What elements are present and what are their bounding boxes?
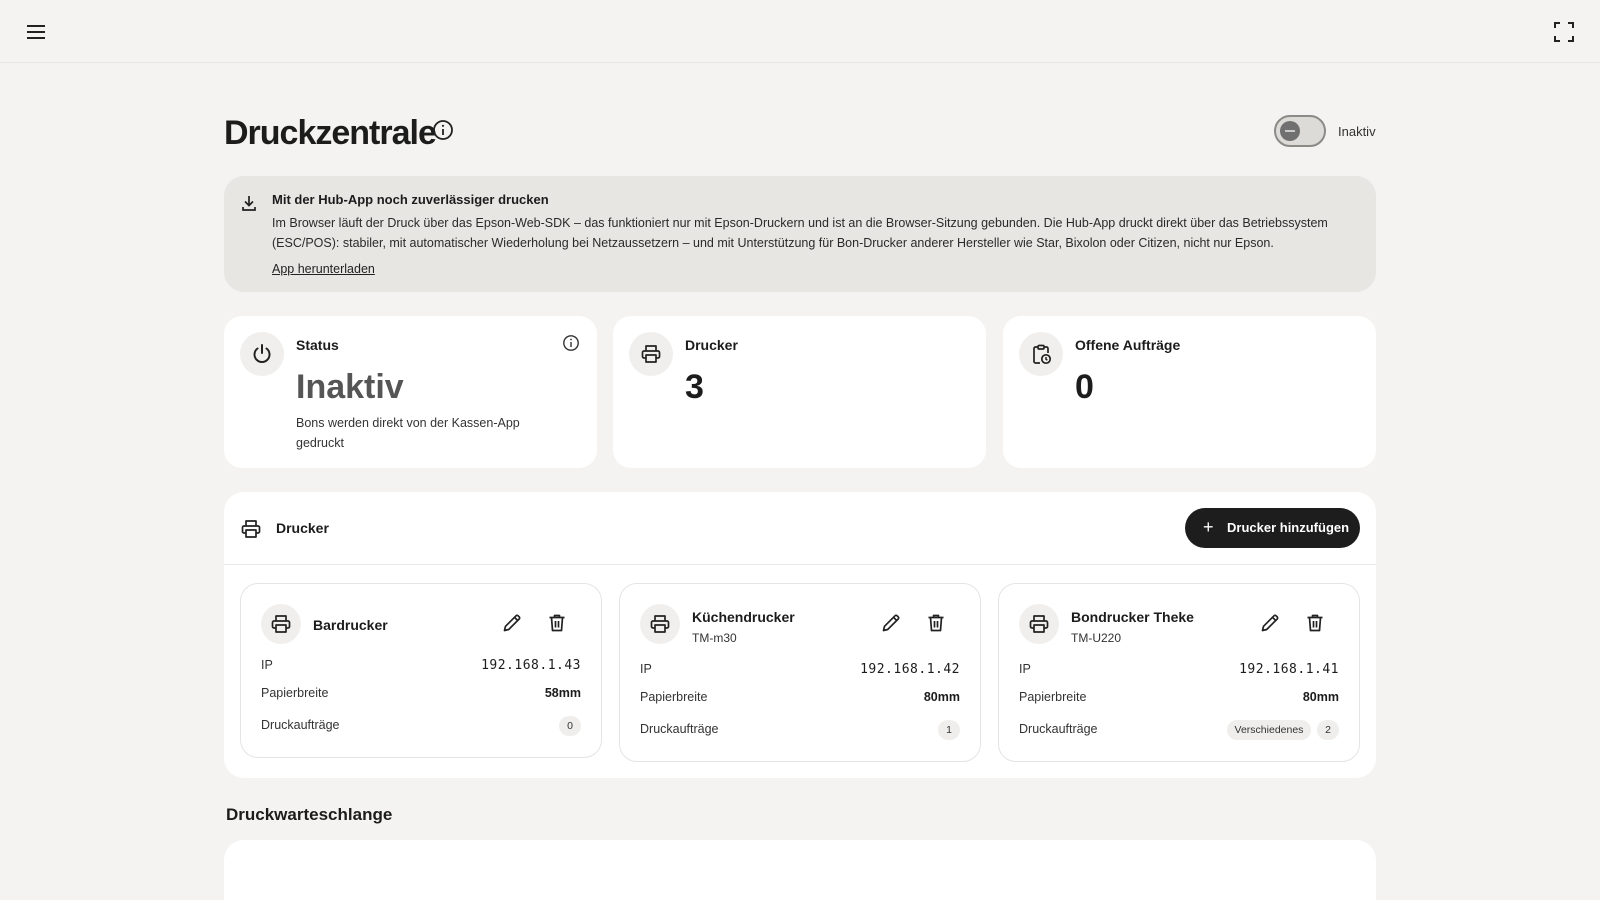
- printers-card: Drucker 3: [613, 316, 986, 468]
- paper-width-value: 80mm: [1302, 690, 1339, 704]
- open-jobs-card: Offene Aufträge 0: [1003, 316, 1376, 468]
- add-printer-button[interactable]: + Drucker hinzufügen: [1185, 508, 1360, 548]
- category-tag: Verschiedenes: [1227, 720, 1311, 740]
- page-title: Druckzentrale: [224, 114, 437, 152]
- banner-title: Mit der Hub-App noch zuverlässiger druck…: [272, 192, 549, 207]
- printer-card: Bardrucker IP 192.168.1.43 Papierbreite …: [240, 583, 602, 758]
- queue-title: Druckwarteschlange: [226, 805, 393, 824]
- ip-label: IP: [261, 658, 273, 672]
- hamburger-menu-icon[interactable]: [24, 21, 48, 43]
- paper-width-value: 58mm: [544, 686, 581, 700]
- trash-icon[interactable]: [1304, 612, 1326, 634]
- printer-icon: [640, 604, 680, 644]
- hub-app-banner: Mit der Hub-App noch zuverlässiger druck…: [224, 176, 1376, 292]
- trash-icon[interactable]: [546, 612, 568, 634]
- printer-model: TM-U220: [1071, 631, 1122, 645]
- ip-value: 192.168.1.42: [860, 662, 960, 677]
- printers-count: 3: [685, 368, 704, 406]
- ip-value: 192.168.1.41: [1239, 662, 1339, 677]
- printer-icon: [240, 518, 262, 540]
- status-card: Status Inaktiv Bons werden direkt von de…: [224, 316, 597, 468]
- paper-width-value: 80mm: [923, 690, 960, 704]
- printer-icon: [261, 604, 301, 644]
- status-label: Status: [296, 337, 339, 353]
- paper-width-label: Papierbreite: [1019, 690, 1087, 704]
- add-printer-label: Drucker hinzufügen: [1227, 520, 1350, 535]
- queue-panel: [224, 840, 1376, 900]
- download-icon: [240, 194, 258, 212]
- power-icon: [240, 332, 284, 376]
- status-description: Bons werden direkt von der Kassen-App ge…: [296, 416, 520, 450]
- printer-section: Drucker + Drucker hinzufügen Bardrucker …: [224, 492, 1376, 778]
- ip-label: IP: [1019, 662, 1031, 676]
- edit-icon[interactable]: [1259, 612, 1281, 634]
- printer-name: Küchendrucker: [692, 609, 795, 625]
- printer-name: Bondrucker Theke: [1071, 609, 1194, 625]
- top-bar: [0, 0, 1600, 63]
- toggle-knob: [1280, 121, 1300, 141]
- printer-icon: [1019, 604, 1059, 644]
- print-jobs-label: Druckaufträge: [261, 718, 340, 732]
- trash-icon[interactable]: [925, 612, 947, 634]
- banner-text: Im Browser läuft der Druck über das Epso…: [272, 216, 1328, 250]
- print-jobs-label: Druckaufträge: [640, 722, 719, 736]
- ip-label: IP: [640, 662, 652, 676]
- printer-section-title: Drucker: [276, 520, 329, 536]
- edit-icon[interactable]: [501, 612, 523, 634]
- toggle-label: Inaktiv: [1338, 124, 1376, 139]
- plus-icon: +: [1203, 517, 1214, 537]
- paper-width-label: Papierbreite: [261, 686, 329, 700]
- print-hub-toggle[interactable]: [1274, 115, 1326, 147]
- download-app-link[interactable]: App herunterladen: [272, 262, 375, 276]
- print-jobs-count: 0: [559, 716, 581, 736]
- info-icon[interactable]: [432, 119, 454, 141]
- printers-label: Drucker: [685, 337, 738, 353]
- clipboard-clock-icon: [1019, 332, 1063, 376]
- paper-width-label: Papierbreite: [640, 690, 708, 704]
- printer-card: Küchendrucker TM-m30 IP 192.168.1.42 Pap…: [619, 583, 981, 762]
- fullscreen-icon[interactable]: [1553, 21, 1575, 43]
- printer-model: TM-m30: [692, 631, 737, 645]
- printer-icon: [629, 332, 673, 376]
- print-jobs-count: 2: [1317, 720, 1339, 740]
- printer-name: Bardrucker: [313, 617, 388, 633]
- print-jobs-count: 1: [938, 720, 960, 740]
- open-jobs-count: 0: [1075, 368, 1094, 406]
- edit-icon[interactable]: [880, 612, 902, 634]
- printer-section-header: Drucker + Drucker hinzufügen: [224, 492, 1376, 565]
- print-jobs-label: Druckaufträge: [1019, 722, 1098, 736]
- status-value: Inaktiv: [296, 368, 404, 406]
- page-header: Druckzentrale Inaktiv: [224, 112, 1376, 154]
- printer-card: Bondrucker Theke TM-U220 IP 192.168.1.41…: [998, 583, 1360, 762]
- info-icon[interactable]: [562, 334, 580, 352]
- ip-value: 192.168.1.43: [481, 658, 581, 673]
- open-jobs-label: Offene Aufträge: [1075, 337, 1181, 353]
